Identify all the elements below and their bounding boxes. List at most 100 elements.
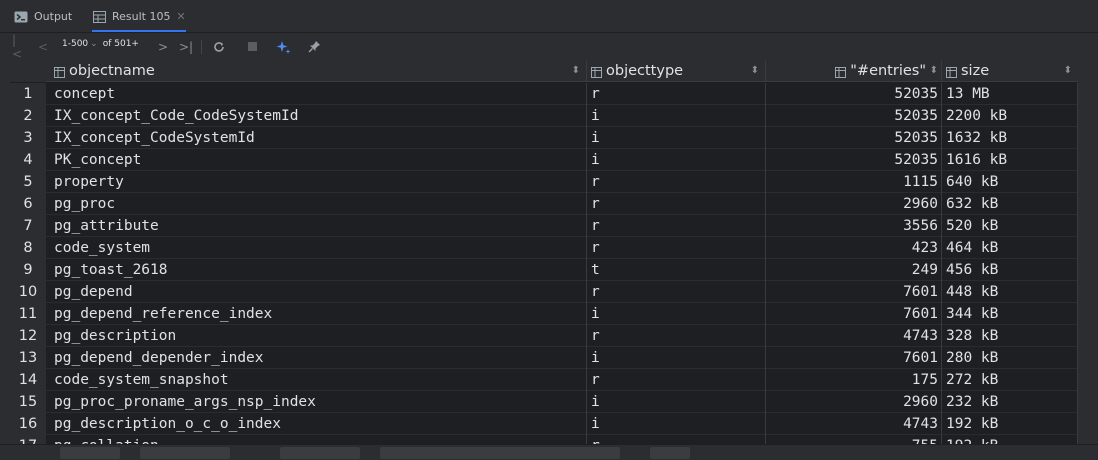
- pin-icon[interactable]: [307, 38, 321, 55]
- cell-objecttype[interactable]: r: [587, 369, 766, 391]
- page-range-selector[interactable]: 1-500 ⌄ of 501+: [62, 39, 139, 49]
- cell-objectname[interactable]: pg_collation: [46, 435, 587, 444]
- column-header-entries[interactable]: "#entries" ⬍: [766, 60, 942, 82]
- cell-objectname[interactable]: pg_depend_depender_index: [46, 347, 587, 369]
- cell-entries[interactable]: 3556: [766, 215, 942, 237]
- cell-size[interactable]: 464 kB: [942, 237, 1078, 259]
- cell-objectname[interactable]: PK_concept: [46, 149, 587, 171]
- cell-objectname[interactable]: pg_description_o_c_o_index: [46, 413, 587, 435]
- cell-objectname[interactable]: pg_proc_proname_args_nsp_index: [46, 391, 587, 413]
- cell-size[interactable]: 1632 kB: [942, 127, 1078, 149]
- cell-entries[interactable]: 4743: [766, 413, 942, 435]
- cell-entries[interactable]: 52035: [766, 105, 942, 127]
- refresh-icon[interactable]: [212, 38, 226, 55]
- cell-objecttype[interactable]: r: [587, 237, 766, 259]
- cell-objectname[interactable]: IX_concept_CodeSystemId: [46, 127, 587, 149]
- table-row[interactable]: 7 pg_attribute r 3556 520 kB: [10, 215, 1078, 237]
- cell-entries[interactable]: 1115: [766, 171, 942, 193]
- cell-objecttype[interactable]: r: [587, 435, 766, 444]
- sort-icon[interactable]: ⬍: [1064, 65, 1072, 76]
- cell-objecttype[interactable]: r: [587, 171, 766, 193]
- cell-objecttype[interactable]: i: [587, 149, 766, 171]
- sparkle-icon[interactable]: [274, 38, 292, 55]
- cell-objectname[interactable]: code_system_snapshot: [46, 369, 587, 391]
- next-page-icon[interactable]: >: [158, 38, 168, 55]
- cell-objecttype[interactable]: i: [587, 391, 766, 413]
- cell-entries[interactable]: 52035: [766, 83, 942, 105]
- cell-entries[interactable]: 7601: [766, 347, 942, 369]
- cell-size[interactable]: 232 kB: [942, 391, 1078, 413]
- cell-entries[interactable]: 249: [766, 259, 942, 281]
- table-row[interactable]: 8 code_system r 423 464 kB: [10, 237, 1078, 259]
- cell-entries[interactable]: 4743: [766, 325, 942, 347]
- table-row[interactable]: 10 pg_depend r 7601 448 kB: [10, 281, 1078, 303]
- table-row[interactable]: 4 PK_concept i 52035 1616 kB: [10, 149, 1078, 171]
- table-row[interactable]: 1 concept r 52035 13 MB: [10, 83, 1078, 105]
- cell-entries[interactable]: 52035: [766, 127, 942, 149]
- cell-size[interactable]: 640 kB: [942, 171, 1078, 193]
- cell-size[interactable]: 344 kB: [942, 303, 1078, 325]
- close-icon[interactable]: ✕: [176, 10, 185, 23]
- table-row[interactable]: 6 pg_proc r 2960 632 kB: [10, 193, 1078, 215]
- cell-objecttype[interactable]: i: [587, 127, 766, 149]
- cell-objectname[interactable]: IX_concept_Code_CodeSystemId: [46, 105, 587, 127]
- column-header-size[interactable]: size ⬍: [942, 60, 1078, 82]
- cell-size[interactable]: 520 kB: [942, 215, 1078, 237]
- cell-entries[interactable]: 7601: [766, 281, 942, 303]
- table-row[interactable]: 16 pg_description_o_c_o_index i 4743 192 kB: [10, 413, 1078, 435]
- table-row[interactable]: 13 pg_depend_depender_index i 7601 280 kB: [10, 347, 1078, 369]
- cell-objecttype[interactable]: i: [587, 105, 766, 127]
- cell-size[interactable]: 632 kB: [942, 193, 1078, 215]
- cell-size[interactable]: 192 kB: [942, 413, 1078, 435]
- cell-size[interactable]: 13 MB: [942, 83, 1078, 105]
- cell-objecttype[interactable]: i: [587, 413, 766, 435]
- cell-objectname[interactable]: property: [46, 171, 587, 193]
- cell-objecttype[interactable]: r: [587, 281, 766, 303]
- table-row[interactable]: 9 pg_toast_2618 t 249 456 kB: [10, 259, 1078, 281]
- cell-entries[interactable]: 755: [766, 435, 942, 444]
- table-row[interactable]: 3 IX_concept_CodeSystemId i 52035 1632 kB: [10, 127, 1078, 149]
- cell-objecttype[interactable]: r: [587, 193, 766, 215]
- cell-size[interactable]: 1616 kB: [942, 149, 1078, 171]
- cell-size[interactable]: 272 kB: [942, 369, 1078, 391]
- cell-objecttype[interactable]: r: [587, 215, 766, 237]
- sort-icon[interactable]: ⬍: [572, 65, 580, 76]
- cell-entries[interactable]: 175: [766, 369, 942, 391]
- table-row[interactable]: 2 IX_concept_Code_CodeSystemId i 52035 2200 …: [10, 105, 1078, 127]
- tab-result[interactable]: Result 105 ✕: [92, 0, 186, 33]
- cell-objectname[interactable]: concept: [46, 83, 587, 105]
- table-row[interactable]: 14 code_system_snapshot r 175 272 kB: [10, 369, 1078, 391]
- cell-objectname[interactable]: pg_depend: [46, 281, 587, 303]
- cell-size[interactable]: 328 kB: [942, 325, 1078, 347]
- cell-size[interactable]: 448 kB: [942, 281, 1078, 303]
- cell-size[interactable]: 2200 kB: [942, 105, 1078, 127]
- cell-objectname[interactable]: pg_attribute: [46, 215, 587, 237]
- cell-size[interactable]: 192 kB: [942, 435, 1078, 444]
- table-row[interactable]: 5 property r 1115 640 kB: [10, 171, 1078, 193]
- table-row[interactable]: 17pg_collationr755192 kB: [10, 435, 1078, 444]
- cell-objecttype[interactable]: i: [587, 347, 766, 369]
- cell-objectname[interactable]: pg_description: [46, 325, 587, 347]
- cell-objecttype[interactable]: r: [587, 325, 766, 347]
- column-header-objecttype[interactable]: objecttype ⬍: [587, 60, 766, 82]
- cell-objecttype[interactable]: t: [587, 259, 766, 281]
- table-row[interactable]: 15 pg_proc_proname_args_nsp_index i 2960 232…: [10, 391, 1078, 413]
- cell-objectname[interactable]: pg_proc: [46, 193, 587, 215]
- previous-page-icon[interactable]: <: [38, 38, 48, 55]
- cell-objectname[interactable]: pg_toast_2618: [46, 259, 587, 281]
- table-row[interactable]: 12 pg_description r 4743 328 kB: [10, 325, 1078, 347]
- last-page-icon[interactable]: >|: [179, 38, 193, 55]
- tab-output[interactable]: Output: [14, 0, 72, 33]
- column-header-objectname[interactable]: objectname ⬍: [46, 60, 587, 82]
- first-page-icon[interactable]: |<: [12, 33, 24, 61]
- cell-entries[interactable]: 2960: [766, 391, 942, 413]
- cell-entries[interactable]: 7601: [766, 303, 942, 325]
- cell-objecttype[interactable]: r: [587, 83, 766, 105]
- table-row[interactable]: 11 pg_depend_reference_index i 7601 344 kB: [10, 303, 1078, 325]
- cell-size[interactable]: 456 kB: [942, 259, 1078, 281]
- cell-entries[interactable]: 2960: [766, 193, 942, 215]
- cell-objecttype[interactable]: i: [587, 303, 766, 325]
- cell-entries[interactable]: 423: [766, 237, 942, 259]
- result-grid[interactable]: objectname ⬍ objecttype ⬍ "#entries" ⬍ s…: [10, 60, 1078, 444]
- cell-size[interactable]: 280 kB: [942, 347, 1078, 369]
